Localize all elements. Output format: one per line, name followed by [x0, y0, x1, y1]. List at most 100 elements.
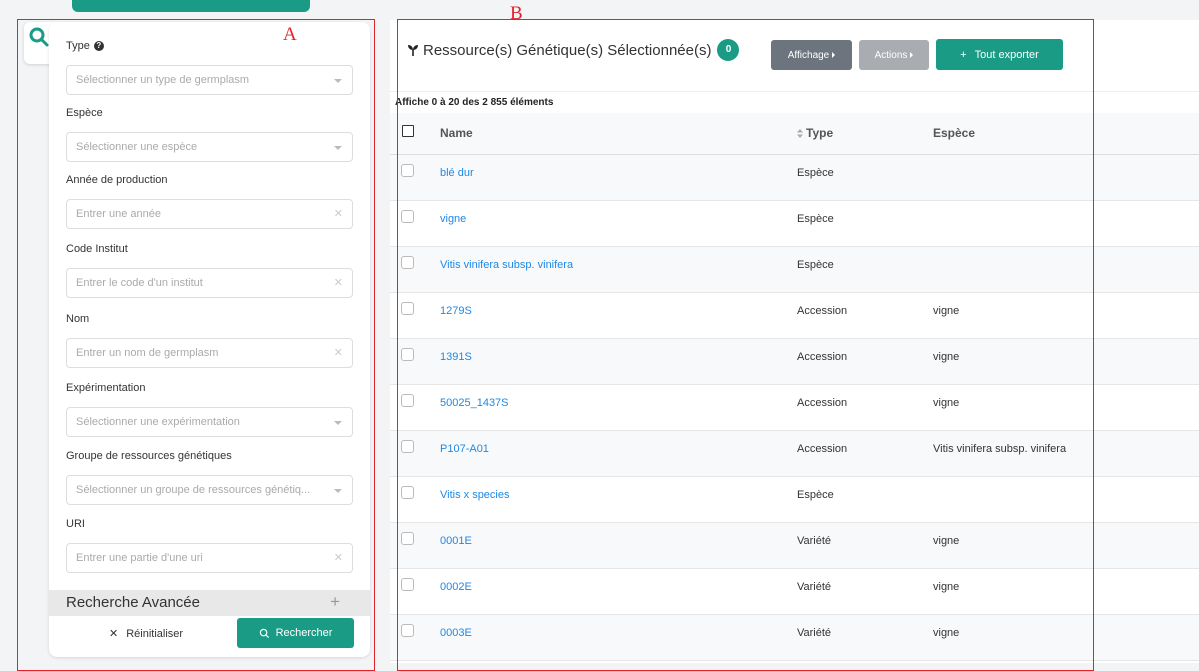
advanced-search-toggle[interactable]: Recherche Avancée + [49, 590, 370, 616]
germplasm-name-link[interactable]: blé dur [440, 166, 474, 180]
sprout-icon [408, 45, 418, 56]
filter-input[interactable]: Entrer une année ✕ [66, 199, 353, 229]
row-checkbox[interactable] [401, 578, 414, 591]
row-checkbox[interactable] [401, 302, 414, 315]
row-checkbox[interactable] [401, 532, 414, 545]
filter-group: Année de production Entrer une année ✕ [66, 173, 353, 229]
germplasm-name-link[interactable]: Vitis x species [440, 488, 510, 502]
filter-select[interactable]: Sélectionner un groupe de ressources gén… [66, 475, 353, 505]
germplasm-espece: vigne [933, 627, 960, 639]
germplasm-type: Accession [797, 305, 848, 317]
filter-label: Espèce [66, 106, 353, 120]
germplasm-type: Espèce [797, 167, 834, 179]
table-row: blé dur Espèce [390, 155, 1199, 201]
germplasm-type: Espèce [797, 213, 834, 225]
row-checkbox[interactable] [401, 394, 414, 407]
row-checkbox[interactable] [401, 486, 414, 499]
annotation-label-b: B [510, 3, 523, 24]
help-icon[interactable]: ? [93, 41, 104, 51]
plus-icon: + [960, 48, 967, 61]
germplasm-espece: vigne [933, 397, 960, 409]
filter-placeholder: Sélectionner un type de germplasm [76, 74, 250, 86]
column-header-espece[interactable]: Espèce [933, 126, 975, 140]
actions-label: Actions [874, 49, 908, 61]
filter-group: Espèce Sélectionner une espèce [66, 106, 353, 162]
filter-group: Expérimentation Sélectionner une expérime… [66, 381, 353, 437]
actions-button[interactable]: Actions [859, 40, 929, 70]
caret-right-icon [832, 52, 836, 58]
filter-group: URI Entrer une partie d'une uri ✕ [66, 517, 353, 573]
filter-placeholder: Entrer le code d'un institut [76, 277, 203, 289]
row-checkbox[interactable] [401, 164, 414, 177]
filter-select[interactable]: Sélectionner un type de germplasm [66, 65, 353, 95]
table-header: Name Type Espèce [390, 113, 1199, 155]
germplasm-name-link[interactable]: 0002E [440, 580, 472, 594]
germplasm-name-link[interactable]: 50025_1437S [440, 396, 509, 410]
filter-placeholder: Sélectionner une espèce [76, 141, 198, 153]
filter-select[interactable]: Sélectionner une expérimentation [66, 407, 353, 437]
germplasm-name-link[interactable]: 0001E [440, 534, 472, 548]
table-row: 0001E Variété vigne [390, 523, 1199, 569]
filter-input[interactable]: Entrer une partie d'une uri ✕ [66, 543, 353, 573]
export-label: Tout exporter [974, 48, 1039, 61]
filter-input[interactable]: Entrer un nom de germplasm ✕ [66, 338, 353, 368]
filter-group: Groupe de ressources génétiques Sélection… [66, 449, 353, 505]
filter-input[interactable]: Entrer le code d'un institut ✕ [66, 268, 353, 298]
germplasm-espece: vigne [933, 351, 960, 363]
display-button[interactable]: Affichage [771, 40, 852, 70]
results-count: Affiche 0 à 20 des 2 855 éléments [395, 97, 554, 108]
table-row: Vitis x species Espèce [390, 477, 1199, 523]
germplasm-espece: vigne [933, 535, 960, 547]
results-header: Ressource(s) Génétique(s) Sélectionnée(s… [407, 39, 740, 61]
row-checkbox[interactable] [401, 210, 414, 223]
clear-icon[interactable]: ✕ [334, 544, 343, 573]
results-panel: Ressource(s) Génétique(s) Sélectionnée(s… [390, 20, 1199, 663]
filter-panel: Type? Sélectionner un type de germplasm Es… [49, 22, 370, 657]
clear-icon[interactable]: ✕ [334, 339, 343, 368]
row-checkbox[interactable] [401, 348, 414, 361]
top-tab[interactable] [72, 0, 310, 12]
chevron-down-icon [334, 421, 342, 425]
table-row: 1391S Accession vigne [390, 339, 1199, 385]
clear-icon[interactable]: ✕ [334, 200, 343, 229]
chevron-down-icon [334, 79, 342, 83]
reset-button[interactable]: ✕ Réinitialiser [109, 620, 183, 648]
germplasm-type: Accession [797, 443, 848, 455]
row-checkbox[interactable] [401, 256, 414, 269]
export-all-button[interactable]: + Tout exporter [936, 39, 1063, 70]
filter-label-text: Type [66, 40, 90, 52]
filter-label-text: Espèce [66, 107, 103, 119]
clear-icon[interactable]: ✕ [334, 269, 343, 298]
germplasm-espece: vigne [933, 305, 960, 317]
column-header-name[interactable]: Name [440, 126, 473, 140]
display-label: Affichage [787, 49, 830, 61]
filter-placeholder: Entrer un nom de germplasm [76, 347, 219, 359]
filter-label: Nom [66, 312, 353, 326]
filter-label: Groupe de ressources génétiques [66, 449, 353, 463]
filter-label-text: Expérimentation [66, 382, 146, 394]
table-row: P107-A01 Accession Vitis vinifera subsp. v… [390, 431, 1199, 477]
filter-label-text: Nom [66, 313, 90, 325]
row-checkbox[interactable] [401, 624, 414, 637]
select-all-checkbox[interactable] [402, 125, 414, 137]
filter-select[interactable]: Sélectionner une espèce [66, 132, 353, 162]
germplasm-name-link[interactable]: vigne [440, 212, 466, 226]
germplasm-name-link[interactable]: 1391S [440, 350, 472, 364]
germplasm-name-link[interactable]: 1279S [440, 304, 472, 318]
filter-group: Nom Entrer un nom de germplasm ✕ [66, 312, 353, 368]
germplasm-name-link[interactable]: Vitis vinifera subsp. vinifera [440, 258, 573, 272]
filter-label: Expérimentation [66, 381, 353, 395]
germplasm-name-link[interactable]: 0003E [440, 626, 472, 640]
row-checkbox[interactable] [401, 440, 414, 453]
germplasm-espece: vigne [933, 581, 960, 593]
reset-label: Réinitialiser [126, 628, 184, 640]
selected-count-badge: 0 [717, 39, 740, 61]
search-button[interactable]: Rechercher [237, 618, 354, 648]
table-row: vigne Espèce [390, 201, 1199, 247]
filter-label-text: Code Institut [66, 243, 128, 255]
column-header-type[interactable]: Type [797, 126, 833, 140]
germplasm-name-link[interactable]: P107-A01 [440, 442, 489, 456]
germplasm-type: Variété [797, 535, 832, 547]
header-divider [390, 91, 1199, 92]
table-row: Vitis vinifera subsp. vinifera Espèce [390, 247, 1199, 293]
